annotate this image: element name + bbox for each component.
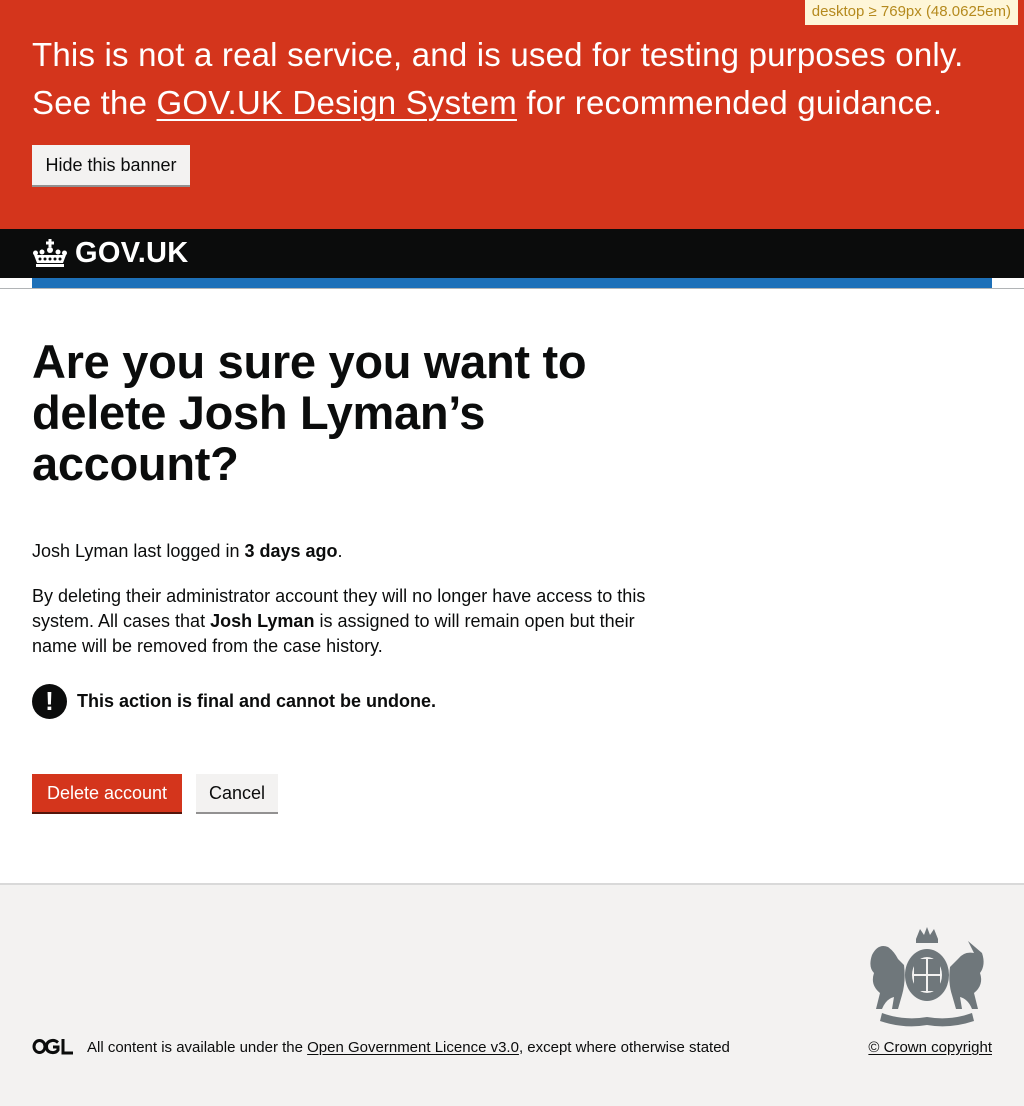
licence-suffix: , except where otherwise stated (518, 1039, 730, 1056)
header-blue-rule (32, 278, 992, 288)
banner-message: This is not a real service, and is used … (32, 31, 1002, 127)
design-system-link[interactable]: GOV.UK Design System (157, 84, 517, 121)
warning-exclamation-icon: ! (32, 684, 67, 719)
licence-prefix: All content is available under the (87, 1039, 308, 1056)
testing-banner: This is not a real service, and is used … (0, 0, 1024, 229)
breakpoint-debug-tag: desktop ≥ 769px (48.0625em) (804, 0, 1018, 25)
open-government-licence-link[interactable]: Open Government Licence v3.0 (307, 1039, 519, 1056)
crown-copyright-link[interactable]: © Crown copyright (868, 1038, 992, 1058)
delete-account-button[interactable]: Delete account (32, 774, 182, 812)
deletion-consequence-paragraph: By deleting their administrator account … (32, 584, 672, 659)
user-name: Josh Lyman (210, 611, 315, 631)
last-login-suffix: . (337, 541, 343, 561)
govuk-logo-link[interactable]: GOV.UK (32, 236, 189, 269)
last-login-value: 3 days ago (244, 541, 338, 561)
last-login-prefix: Josh Lyman last logged in (32, 541, 245, 561)
banner-text-suffix: for recommended guidance. (516, 84, 943, 121)
crown-icon (33, 239, 67, 267)
hide-banner-button[interactable]: Hide this banner (32, 145, 190, 185)
ogl-logo-icon (32, 1038, 73, 1055)
page: desktop ≥ 769px (48.0625em) This is not … (0, 0, 1024, 1106)
footer: All content is available under the Open … (0, 883, 1024, 1106)
royal-coat-of-arms-icon (870, 927, 984, 1027)
page-title: Are you sure you want to delete Josh Lym… (32, 335, 587, 490)
cancel-button[interactable]: Cancel (196, 774, 278, 812)
last-login-paragraph: Josh Lyman last logged in 3 days ago. (32, 539, 672, 564)
warning-message: This action is final and cannot be undon… (77, 691, 437, 711)
warning-text-block: ! This action is final and cannot be und… (32, 684, 436, 719)
govuk-logo-text: GOV.UK (75, 236, 189, 269)
licence-statement: All content is available under the Open … (87, 1038, 730, 1058)
header-divider (0, 288, 1024, 289)
govuk-header: GOV.UK (0, 229, 1024, 278)
